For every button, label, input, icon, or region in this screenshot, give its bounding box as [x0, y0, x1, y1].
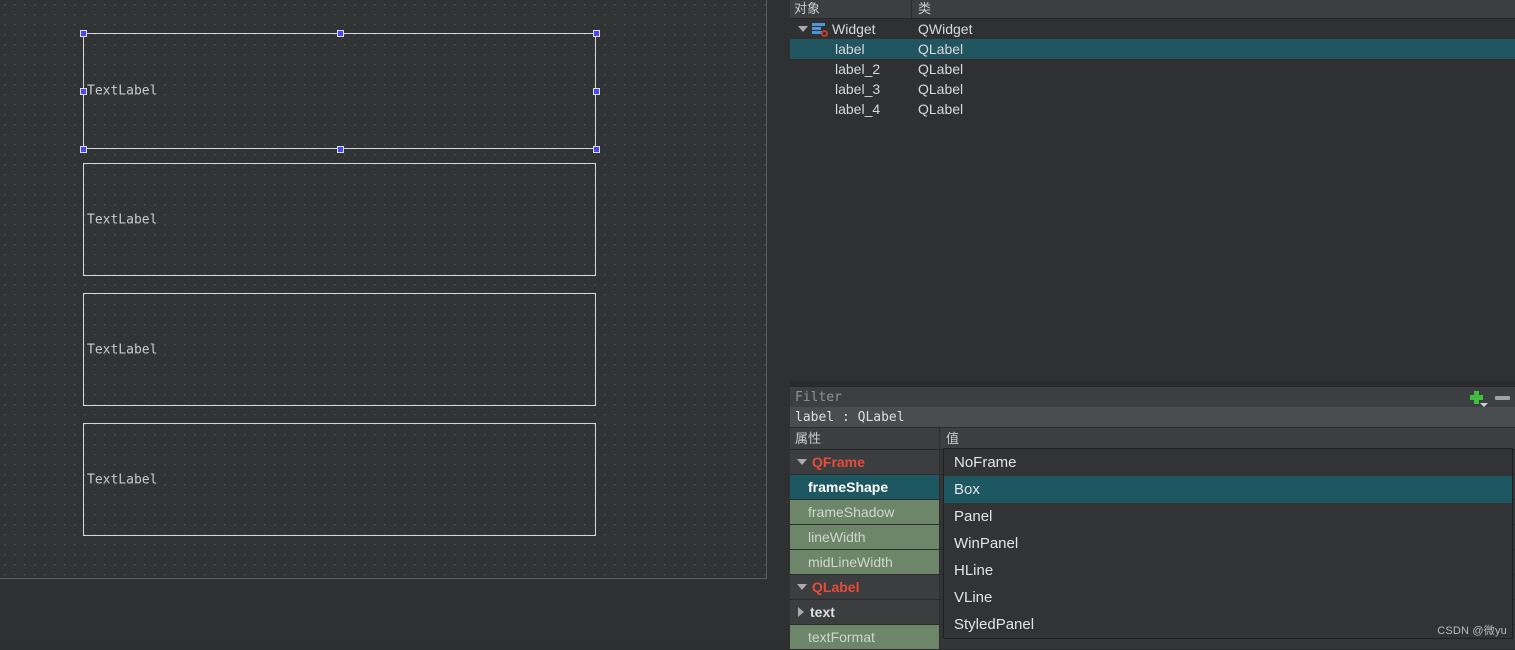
property-object-header: label : QLabel: [790, 407, 1515, 428]
class-column-header[interactable]: 类: [912, 0, 1515, 18]
frameshape-option[interactable]: NoFrame: [944, 449, 1512, 476]
property-name: textFormat: [808, 629, 875, 645]
object-name: label_2: [835, 61, 881, 77]
object-name: label_3: [835, 81, 881, 97]
filter-input[interactable]: [790, 387, 1463, 408]
designer-label-label[interactable]: TextLabel: [83, 33, 596, 149]
property-name: text: [810, 604, 835, 620]
chevron-down-icon[interactable]: [797, 459, 807, 465]
object-name: label_4: [835, 101, 881, 117]
frameshape-dropdown-popup[interactable]: NoFrame Box Panel WinPanel HLine VLine StyledP…: [943, 448, 1513, 639]
object-inspector-row[interactable]: label_2 QLabel: [790, 59, 1515, 79]
selection-handle[interactable]: [336, 30, 344, 37]
frameshape-option[interactable]: Panel: [944, 503, 1512, 530]
form-designer-canvas[interactable]: TextLabel TextLabel TextLabel TextLabel: [0, 0, 790, 646]
property-table-header: 属性 值: [790, 428, 1515, 450]
chevron-down-icon[interactable]: [797, 584, 807, 590]
form-widget-surface[interactable]: TextLabel TextLabel TextLabel TextLabel: [0, 0, 767, 579]
object-column-header[interactable]: 对象: [790, 0, 912, 18]
property-name: lineWidth: [808, 529, 866, 545]
csdn-watermark: CSDN @微yu: [1437, 625, 1507, 637]
frameshape-option[interactable]: WinPanel: [944, 530, 1512, 557]
property-name: QLabel: [812, 579, 860, 595]
designer-label-text: TextLabel: [87, 342, 158, 357]
property-name: QFrame: [812, 454, 865, 470]
object-class: QWidget: [918, 21, 973, 37]
selection-handle[interactable]: [593, 146, 600, 153]
remove-property-button[interactable]: [1489, 387, 1515, 408]
object-inspector-header: 对象 类: [790, 0, 1515, 19]
minus-icon: [1494, 395, 1510, 400]
object-class: QLabel: [918, 61, 964, 77]
object-class: QLabel: [918, 81, 964, 97]
property-name: midLineWidth: [808, 554, 893, 570]
property-editor[interactable]: 属性 值 QFrame frameShape frameShadow lineWidt…: [790, 428, 1515, 650]
selection-handle[interactable]: [593, 88, 600, 95]
selection-handle[interactable]: [80, 88, 87, 95]
designer-label-text: TextLabel: [87, 212, 158, 227]
property-filter-bar[interactable]: [790, 386, 1515, 408]
designer-label-label_2[interactable]: TextLabel: [83, 163, 596, 276]
object-inspector-row[interactable]: Widget QWidget: [790, 19, 1515, 39]
object-class: QLabel: [918, 101, 964, 117]
frameshape-option[interactable]: StyledPanel: [944, 611, 1512, 638]
designer-label-text: TextLabel: [87, 472, 158, 487]
chevron-down-icon[interactable]: [798, 26, 808, 32]
property-name: frameShadow: [808, 504, 895, 520]
object-inspector-row[interactable]: label_4 QLabel: [790, 99, 1515, 119]
object-class: QLabel: [918, 41, 964, 57]
object-name: Widget: [832, 21, 876, 37]
designer-label-text: TextLabel: [87, 83, 158, 99]
frameshape-option[interactable]: VLine: [944, 584, 1512, 611]
right-dock-panel: 对象 类 Widget QWidget label QLabel label_2 QLab…: [790, 0, 1515, 650]
designer-label-label_4[interactable]: TextLabel: [83, 423, 596, 536]
object-inspector-row[interactable]: label QLabel: [790, 39, 1515, 59]
object-name: label: [835, 41, 865, 57]
frameshape-option[interactable]: Box: [944, 476, 1512, 503]
object-inspector-row[interactable]: label_3 QLabel: [790, 79, 1515, 99]
chevron-right-icon[interactable]: [798, 607, 804, 617]
add-property-button[interactable]: [1463, 387, 1489, 408]
selection-handle[interactable]: [80, 30, 87, 37]
property-name-column-header[interactable]: 属性: [790, 428, 940, 449]
selection-handle[interactable]: [336, 146, 344, 153]
widget-icon: [812, 23, 828, 37]
object-inspector-rows: Widget QWidget label QLabel label_2 QLabel lab…: [790, 19, 1515, 119]
property-value-column-header[interactable]: 值: [940, 428, 1515, 449]
selection-handle[interactable]: [80, 146, 87, 153]
selection-handle[interactable]: [593, 30, 600, 37]
property-name: frameShape: [808, 479, 889, 495]
object-inspector[interactable]: 对象 类 Widget QWidget label QLabel label_2 QLab…: [790, 0, 1515, 381]
frameshape-option[interactable]: HLine: [944, 557, 1512, 584]
designer-label-label_3[interactable]: TextLabel: [83, 293, 596, 406]
